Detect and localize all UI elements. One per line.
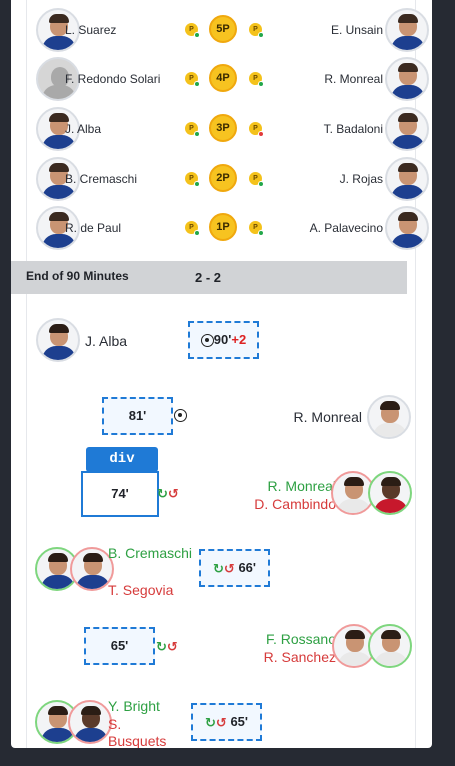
substitution-icon: ↻↺ <box>157 486 179 501</box>
sub-out-name[interactable]: S. Busquets <box>108 716 178 748</box>
penalty-row: R. de Paul P 1P P A. Palavecino <box>11 203 432 253</box>
goal-icon <box>200 334 214 348</box>
sub-in-name[interactable]: Y. Bright <box>108 698 160 714</box>
substitution-icon: ↻↺ <box>213 561 235 577</box>
match-timeline-panel: L. Suarez P 5P P E. Unsain F. Redondo So… <box>11 0 432 748</box>
player-avatar[interactable] <box>385 157 429 201</box>
substitution-icon: ↻↺ <box>156 639 178 654</box>
player-avatar[interactable] <box>385 8 429 52</box>
penalty-scored-icon: P <box>185 221 200 236</box>
player-name[interactable]: A. Palavecino <box>310 203 383 253</box>
event-minute-box[interactable]: 65' <box>84 627 155 665</box>
player-name[interactable]: T. Badaloni <box>324 104 383 154</box>
full-time-bar: End of 90 Minutes 2 - 2 <box>11 261 407 294</box>
goal-scorer-name[interactable]: J. Alba <box>85 333 127 349</box>
player-avatar[interactable] <box>385 57 429 101</box>
event-minute-box[interactable]: 90'+2 <box>188 321 259 359</box>
full-time-score: 2 - 2 <box>195 270 222 285</box>
player-avatar[interactable] <box>367 395 411 439</box>
player-avatar[interactable] <box>36 318 80 362</box>
penalty-row: L. Suarez P 5P P E. Unsain <box>11 5 432 55</box>
player-avatar[interactable] <box>368 624 412 668</box>
player-name[interactable]: L. Suarez <box>65 5 116 55</box>
event-minute: 65' <box>110 638 129 653</box>
event-minute-box-selected[interactable]: 74' <box>81 471 159 517</box>
event-minute: 66' <box>238 560 256 575</box>
penalty-scored-icon: P <box>185 122 200 137</box>
penalty-round-badge: 5P <box>209 15 237 43</box>
event-minute-box[interactable]: 81' <box>102 397 173 435</box>
penalty-row: J. Alba P 3P P T. Badaloni <box>11 104 432 154</box>
event-minute: 74' <box>111 486 129 501</box>
player-avatar[interactable] <box>68 700 112 744</box>
added-time: +2 <box>231 332 247 347</box>
player-name[interactable]: B. Cremaschi <box>65 154 137 204</box>
penalty-scored-icon: P <box>249 221 264 236</box>
player-name[interactable]: J. Alba <box>65 104 101 154</box>
penalty-scored-icon: P <box>185 72 200 87</box>
player-avatar[interactable] <box>385 107 429 151</box>
goal-scorer-name[interactable]: R. Monreal <box>294 409 362 425</box>
player-name[interactable]: F. Redondo Solari <box>65 54 160 104</box>
penalty-scored-icon: P <box>249 172 264 187</box>
event-minute-box[interactable]: ↻↺ 65' <box>191 703 262 741</box>
player-name[interactable]: R. Monreal <box>324 54 383 104</box>
event-minute: 81' <box>128 408 147 423</box>
event-minute-box[interactable]: ↻↺ 66' <box>199 549 270 587</box>
goal-icon <box>174 409 187 422</box>
event-minute: 65' <box>230 714 248 729</box>
player-avatar[interactable] <box>385 206 429 250</box>
penalty-scored-icon: P <box>185 23 200 38</box>
penalty-round-badge: 1P <box>209 213 237 241</box>
sub-out-name[interactable]: R. Sanchez <box>264 649 336 665</box>
penalty-missed-icon: P <box>249 122 264 137</box>
penalty-scored-icon: P <box>185 172 200 187</box>
event-minute: 90' <box>213 332 232 347</box>
sub-in-name[interactable]: B. Cremaschi <box>108 545 192 561</box>
substitution-icon: ↻↺ <box>205 715 227 731</box>
penalty-round-badge: 3P <box>209 114 237 142</box>
sub-out-name[interactable]: D. Cambindo <box>254 496 336 512</box>
penalty-round-badge: 2P <box>209 164 237 192</box>
player-name[interactable]: R. de Paul <box>65 203 121 253</box>
sub-in-name[interactable]: R. Monreal <box>268 478 336 494</box>
inspector-element-tag: div <box>86 447 158 478</box>
penalty-round-badge: 4P <box>209 64 237 92</box>
player-name[interactable]: E. Unsain <box>331 5 383 55</box>
penalty-row: B. Cremaschi P 2P P J. Rojas <box>11 154 432 204</box>
sub-out-name[interactable]: T. Segovia <box>108 582 173 598</box>
sub-in-name[interactable]: F. Rossano <box>266 631 336 647</box>
player-avatar[interactable] <box>368 471 412 515</box>
penalty-row: F. Redondo Solari P 4P P R. Monreal <box>11 54 432 104</box>
full-time-label: End of 90 Minutes <box>26 269 129 283</box>
penalty-scored-icon: P <box>249 72 264 87</box>
penalty-scored-icon: P <box>249 23 264 38</box>
player-name[interactable]: J. Rojas <box>340 154 383 204</box>
